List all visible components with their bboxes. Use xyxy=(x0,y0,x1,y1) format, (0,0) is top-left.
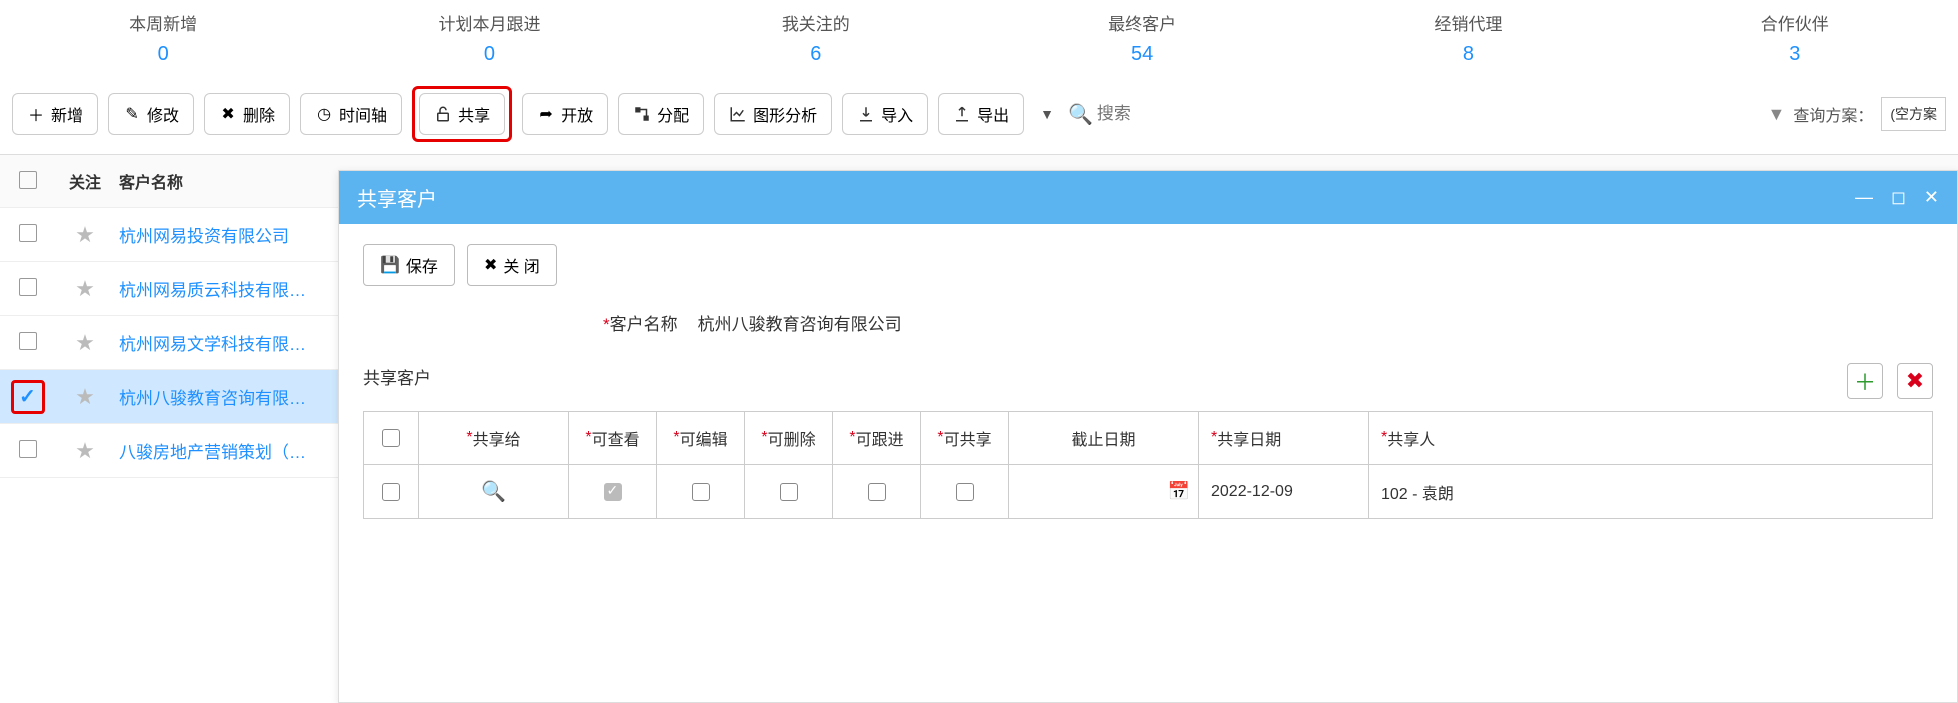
share-highlight: 共享 xyxy=(412,86,512,142)
row-checkbox[interactable] xyxy=(0,224,55,245)
row-checkbox[interactable] xyxy=(0,440,55,461)
clock-icon: ◷ xyxy=(315,105,333,123)
modal-title: 共享客户 xyxy=(357,183,1855,212)
star-icon[interactable]: ★ xyxy=(55,438,115,464)
filter-label: 查询方案： xyxy=(1793,102,1873,126)
export-icon xyxy=(953,105,971,123)
sharer-cell[interactable]: 102 - 袁朗 xyxy=(1369,465,1932,518)
form-row-name: *客户名称 杭州八骏教育咨询有限公司 xyxy=(363,310,1933,335)
calendar-icon[interactable]: 📅 xyxy=(1168,481,1190,502)
x-icon: ✖ xyxy=(484,255,497,275)
search-icon: 🔍 xyxy=(1068,102,1093,127)
stats-row: 本周新增0 计划本月跟进0 我关注的6 最终客户54 经销代理8 合作伙伴3 xyxy=(0,0,1958,86)
row-checkbox[interactable] xyxy=(0,332,55,353)
share-date-cell[interactable]: 2022-12-09 xyxy=(1199,465,1369,518)
view-checkbox[interactable] xyxy=(569,465,657,518)
save-icon: 💾 xyxy=(380,255,400,275)
header-end-date: 截止日期 xyxy=(1009,412,1199,464)
header-share-to: *共享给 xyxy=(419,412,569,464)
grid-row[interactable]: 🔍 📅 2022-12-09 102 - 袁朗 xyxy=(364,465,1932,518)
search-input[interactable] xyxy=(1097,104,1317,124)
header-view: *可查看 xyxy=(569,412,657,464)
header-edit: *可编辑 xyxy=(657,412,745,464)
filter-select[interactable]: (空方案 xyxy=(1881,97,1946,131)
delete-button[interactable]: ✖删除 xyxy=(204,93,290,135)
chart-button[interactable]: 图形分析 xyxy=(714,93,832,135)
modal-titlebar: 共享客户 — ◻ ✕ xyxy=(339,171,1957,224)
open-button[interactable]: ➦开放 xyxy=(522,93,608,135)
star-icon[interactable]: ★ xyxy=(55,384,115,410)
search-wrap: 🔍 xyxy=(1068,102,1317,127)
delete-row-button[interactable]: ✖ xyxy=(1897,363,1933,399)
plus-icon: ＋ xyxy=(27,105,45,123)
x-icon: ✖ xyxy=(1906,368,1924,394)
plus-icon: ＋ xyxy=(1854,365,1876,397)
dropdown-caret-icon[interactable]: ▼ xyxy=(1040,106,1054,122)
header-share-date: *共享日期 xyxy=(1199,412,1369,464)
row-checkbox[interactable] xyxy=(364,465,419,518)
add-row-button[interactable]: ＋ xyxy=(1847,363,1883,399)
follow-checkbox[interactable] xyxy=(833,465,921,518)
share-grid: *共享给 *可查看 *可编辑 *可删除 *可跟进 *可共享 截止日期 *共享日期… xyxy=(363,411,1933,519)
close-button[interactable]: ✖关 闭 xyxy=(467,244,557,286)
maximize-icon[interactable]: ◻ xyxy=(1891,187,1906,208)
delete-checkbox[interactable] xyxy=(745,465,833,518)
sub-title: 共享客户 xyxy=(363,364,431,389)
name-value: 杭州八骏教育咨询有限公司 xyxy=(698,310,902,335)
header-follow: 关注 xyxy=(55,169,115,193)
filter-icon[interactable]: ▼ xyxy=(1767,104,1785,125)
timeline-button[interactable]: ◷时间轴 xyxy=(300,93,402,135)
header-checkbox[interactable] xyxy=(0,171,55,192)
x-icon: ✖ xyxy=(219,105,237,123)
add-button[interactable]: ＋新增 xyxy=(12,93,98,135)
header-share: *可共享 xyxy=(921,412,1009,464)
header-follow: *可跟进 xyxy=(833,412,921,464)
stat-final[interactable]: 最终客户54 xyxy=(979,10,1305,66)
import-icon xyxy=(857,105,875,123)
share-button[interactable]: 共享 xyxy=(419,93,505,135)
row-checkbox[interactable] xyxy=(0,380,55,414)
star-icon[interactable]: ★ xyxy=(55,330,115,356)
edit-checkbox[interactable] xyxy=(657,465,745,518)
export-button[interactable]: 导出 xyxy=(938,93,1024,135)
star-icon[interactable]: ★ xyxy=(55,222,115,248)
arrow-share-icon: ➦ xyxy=(537,105,555,123)
end-date-cell[interactable]: 📅 xyxy=(1009,465,1199,518)
name-label: *客户名称 xyxy=(603,310,678,335)
share-to-cell[interactable]: 🔍 xyxy=(419,465,569,518)
assign-button[interactable]: 分配 xyxy=(618,93,704,135)
grid-header: *共享给 *可查看 *可编辑 *可删除 *可跟进 *可共享 截止日期 *共享日期… xyxy=(364,412,1932,465)
save-button[interactable]: 💾保存 xyxy=(363,244,455,286)
share-modal: 共享客户 — ◻ ✕ 💾保存 ✖关 闭 *客户名称 杭州八骏教育咨询有限公司 共… xyxy=(338,170,1958,703)
minimize-icon[interactable]: — xyxy=(1855,187,1873,208)
unlock-icon xyxy=(434,105,452,123)
star-icon[interactable]: ★ xyxy=(55,276,115,302)
stat-agent[interactable]: 经销代理8 xyxy=(1305,10,1631,66)
filter-wrap: ▼ 查询方案： (空方案 xyxy=(1767,97,1946,131)
close-icon[interactable]: ✕ xyxy=(1924,187,1939,208)
stat-partner[interactable]: 合作伙伴3 xyxy=(1632,10,1958,66)
stat-new-week[interactable]: 本周新增0 xyxy=(0,10,326,66)
row-checkbox[interactable] xyxy=(0,278,55,299)
pencil-icon: ✎ xyxy=(123,105,141,123)
import-button[interactable]: 导入 xyxy=(842,93,928,135)
header-delete: *可删除 xyxy=(745,412,833,464)
toolbar: ＋新增 ✎修改 ✖删除 ◷时间轴 共享 ➦开放 分配 图形分析 导入 导出 ▼ … xyxy=(0,86,1958,154)
chart-icon xyxy=(729,105,747,123)
assign-icon xyxy=(633,105,651,123)
stat-plan-month[interactable]: 计划本月跟进0 xyxy=(326,10,652,66)
stat-followed[interactable]: 我关注的6 xyxy=(653,10,979,66)
search-icon[interactable]: 🔍 xyxy=(481,479,506,504)
grid-header-checkbox[interactable] xyxy=(364,412,419,464)
header-sharer: *共享人 xyxy=(1369,412,1932,464)
share-checkbox[interactable] xyxy=(921,465,1009,518)
edit-button[interactable]: ✎修改 xyxy=(108,93,194,135)
